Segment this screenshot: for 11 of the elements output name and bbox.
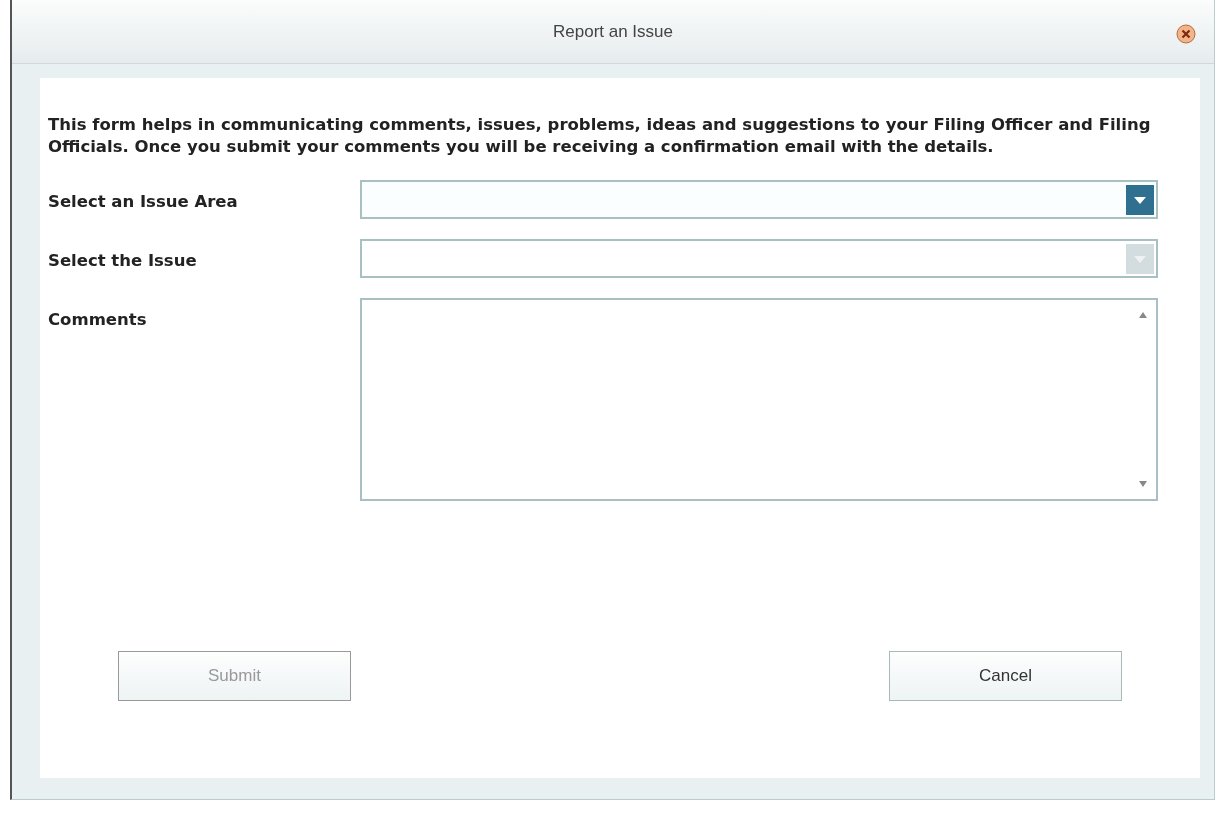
field-label: Select the Issue [48, 250, 198, 272]
dialog-button[interactable]: Cancel [889, 651, 1122, 701]
window-title: Report an Issue [553, 20, 673, 43]
field-label: Select an Issue Area [48, 191, 239, 213]
close-icon[interactable] [1176, 24, 1196, 44]
scroll-up-icon[interactable] [1139, 312, 1147, 318]
comments-field[interactable] [360, 298, 1158, 501]
field-label: Comments [48, 309, 148, 331]
scroll-down-icon[interactable] [1139, 481, 1147, 487]
intro-text: This form helps in communicating comments, issues, problems, ideas and suggestions to your Filing Officer and Filing Officials. Once you submit your comments you will be receiving a confirmation email with the details. [48, 114, 1152, 158]
dropdown-field[interactable] [360, 180, 1158, 219]
